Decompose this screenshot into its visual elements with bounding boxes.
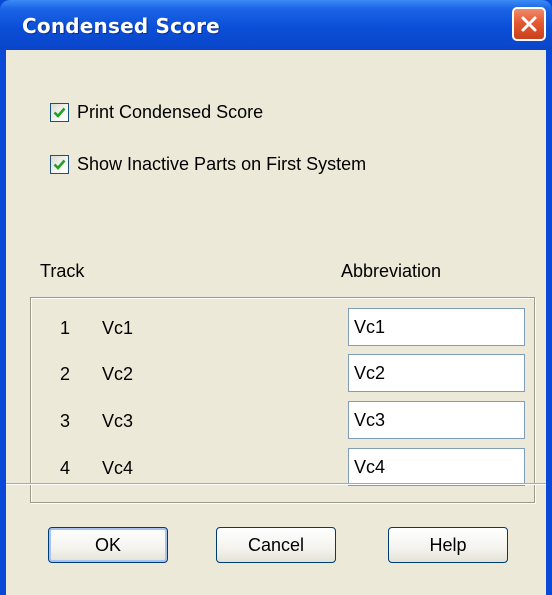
ok-button[interactable]: OK [48, 527, 168, 563]
cancel-button[interactable]: Cancel [216, 527, 336, 563]
track-name: Vc3 [102, 411, 134, 431]
track-row: 1 Vc1 [30, 308, 535, 348]
close-button[interactable] [512, 7, 546, 41]
track-row: 4 Vc4 [30, 448, 535, 488]
dialog-window: Condensed Score Print Condensed Score Sh… [0, 0, 552, 595]
track-name: Vc4 [102, 458, 134, 478]
title-bar[interactable]: Condensed Score [0, 0, 552, 50]
footer-divider [6, 483, 546, 485]
show-inactive-checkbox[interactable] [50, 154, 69, 174]
close-icon [521, 16, 537, 32]
abbreviation-column-header: Abbreviation [341, 261, 442, 281]
track-number: 4 [60, 458, 71, 478]
help-button[interactable]: Help [388, 527, 508, 563]
abbreviation-input[interactable] [348, 448, 525, 486]
track-column-header: Track [40, 261, 85, 281]
checkmark-icon [53, 107, 66, 118]
track-number: 3 [60, 411, 71, 431]
checkmark-icon [53, 159, 66, 170]
track-row: 2 Vc2 [30, 354, 535, 394]
abbreviation-input[interactable] [348, 401, 525, 439]
print-condensed-checkbox[interactable] [50, 102, 69, 122]
show-inactive-label[interactable]: Show Inactive Parts on First System [77, 154, 366, 175]
track-name: Vc2 [102, 364, 134, 384]
abbreviation-input[interactable] [348, 354, 525, 392]
track-name: Vc1 [102, 318, 134, 338]
track-number: 1 [60, 318, 71, 338]
track-row: 3 Vc3 [30, 401, 535, 441]
print-condensed-label[interactable]: Print Condensed Score [77, 102, 263, 123]
abbreviation-input[interactable] [348, 308, 525, 346]
print-condensed-option[interactable]: Print Condensed Score [50, 100, 263, 124]
dialog-title: Condensed Score [22, 14, 220, 38]
track-number: 2 [60, 364, 71, 384]
show-inactive-option[interactable]: Show Inactive Parts on First System [50, 152, 366, 176]
dialog-body: Print Condensed Score Show Inactive Part… [6, 50, 546, 595]
